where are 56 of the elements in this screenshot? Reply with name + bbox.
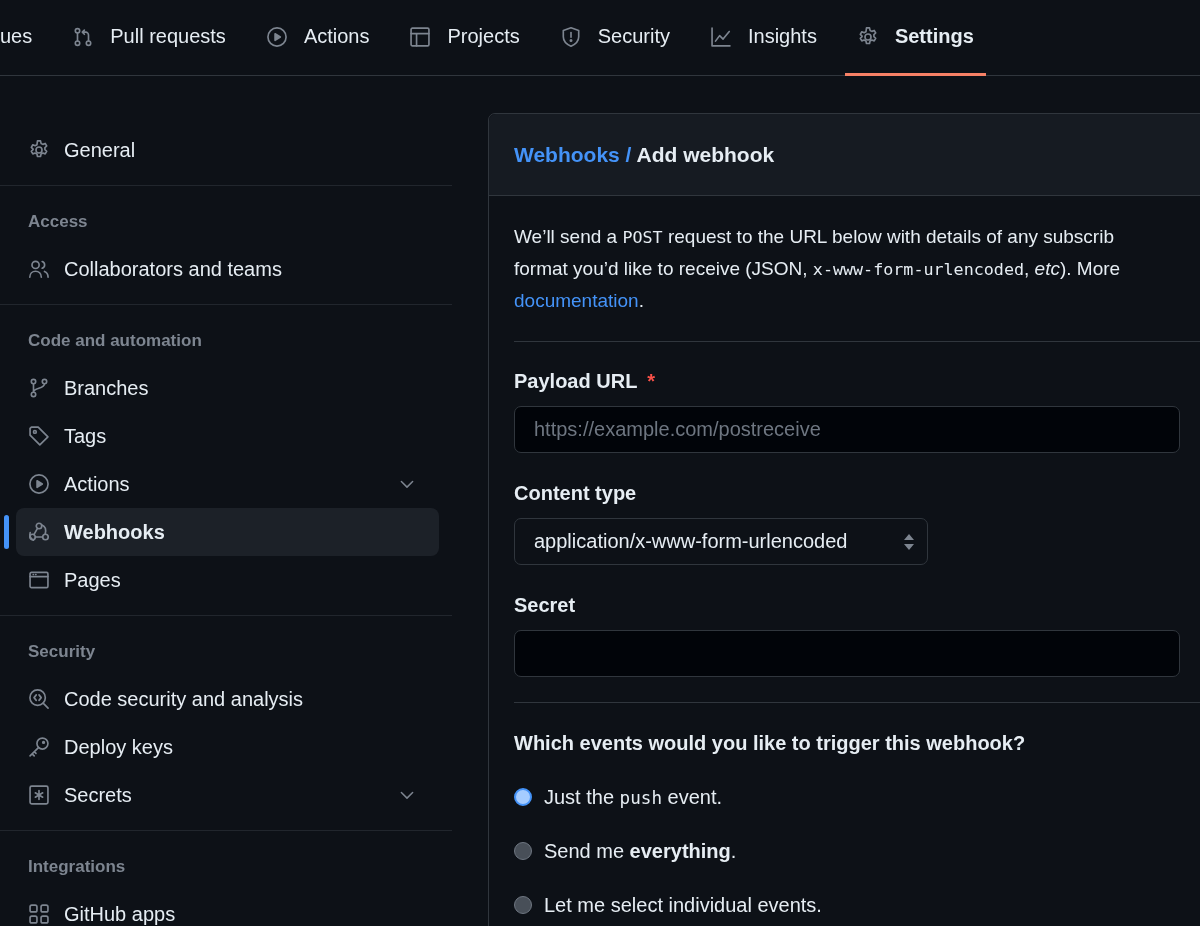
input-field[interactable] (514, 630, 1180, 677)
radio-label: Send me everything. (544, 839, 737, 863)
events-question: Which events would you like to trigger this webhook? (514, 731, 1027, 755)
radio-label: Just the push event. (544, 785, 723, 809)
sidebar-item[interactable]: Deploy keys (16, 723, 439, 771)
breadcrumb-link[interactable]: Webhooks / (514, 142, 632, 166)
breadcrumb: Webhooks / Add webhook (514, 142, 775, 167)
field-label: Content type (514, 481, 638, 505)
code-scan-icon (28, 688, 50, 710)
line-graph-icon (709, 25, 732, 48)
sidebar-item[interactable]: GitHub apps (16, 890, 439, 926)
field-label: Secret (514, 593, 577, 617)
field-label: Payload URL (514, 369, 638, 393)
key-icon (28, 736, 50, 758)
nav-tab[interactable]: Insights (697, 0, 829, 76)
section-heading: Access (28, 211, 89, 233)
nav-tab[interactable]: Security (547, 0, 682, 76)
required-mark: * (647, 369, 656, 393)
asterisk-box-icon (28, 784, 50, 806)
section-heading: Security (28, 641, 97, 663)
tag-icon (28, 425, 50, 447)
shield-icon (559, 25, 582, 48)
content-type-select[interactable]: application/x-www-form-urlencoded (514, 518, 928, 565)
radio-button[interactable] (514, 896, 532, 914)
radio-button[interactable] (514, 788, 532, 806)
nav-tab[interactable]: Actions (253, 0, 382, 76)
apps-grid-icon (28, 903, 50, 925)
people-icon (28, 258, 50, 280)
section-heading: Integrations (28, 856, 127, 878)
sidebar-item[interactable]: Webhooks (16, 508, 439, 556)
sidebar-item[interactable]: Actions (16, 460, 439, 508)
documentation-link[interactable]: documentation (514, 290, 639, 311)
sidebar-item[interactable]: Branches (16, 364, 439, 412)
nav-tab[interactable]: Settings (844, 0, 986, 76)
sidebar-item[interactable]: General (16, 126, 439, 174)
browser-window-icon (28, 569, 50, 591)
up-down-caret-icon (903, 532, 915, 551)
radio-button[interactable] (514, 842, 532, 860)
branch-icon (28, 377, 50, 399)
nav-tab[interactable]: Projects (397, 0, 532, 76)
nav-tab[interactable]: ues (0, 0, 45, 76)
webhook-icon (28, 521, 50, 543)
description-text: We’ll send a POST request to the URL below with details of any subscrib format you’d like to receive (JSON, x-www-form-urlencoded, etc). More documentation. (514, 225, 1122, 313)
table-icon (409, 25, 432, 48)
section-heading: Code and automation (28, 330, 203, 352)
sidebar-item[interactable]: Collaborators and teams (16, 245, 439, 293)
play-circle-icon (265, 25, 288, 48)
sidebar-item[interactable]: Secrets (16, 771, 439, 819)
sidebar-item[interactable]: Pages (16, 556, 439, 604)
selection-indicator (4, 515, 9, 549)
input-field[interactable]: https://example.com/postreceive (514, 406, 1180, 453)
nav-tab[interactable]: Pull requests (60, 0, 238, 76)
radio-label: Let me select individual events. (544, 893, 822, 917)
sidebar-item[interactable]: Code security and analysis (16, 675, 439, 723)
sidebar-item[interactable]: Tags (16, 412, 439, 460)
play-circle-icon (28, 473, 50, 495)
